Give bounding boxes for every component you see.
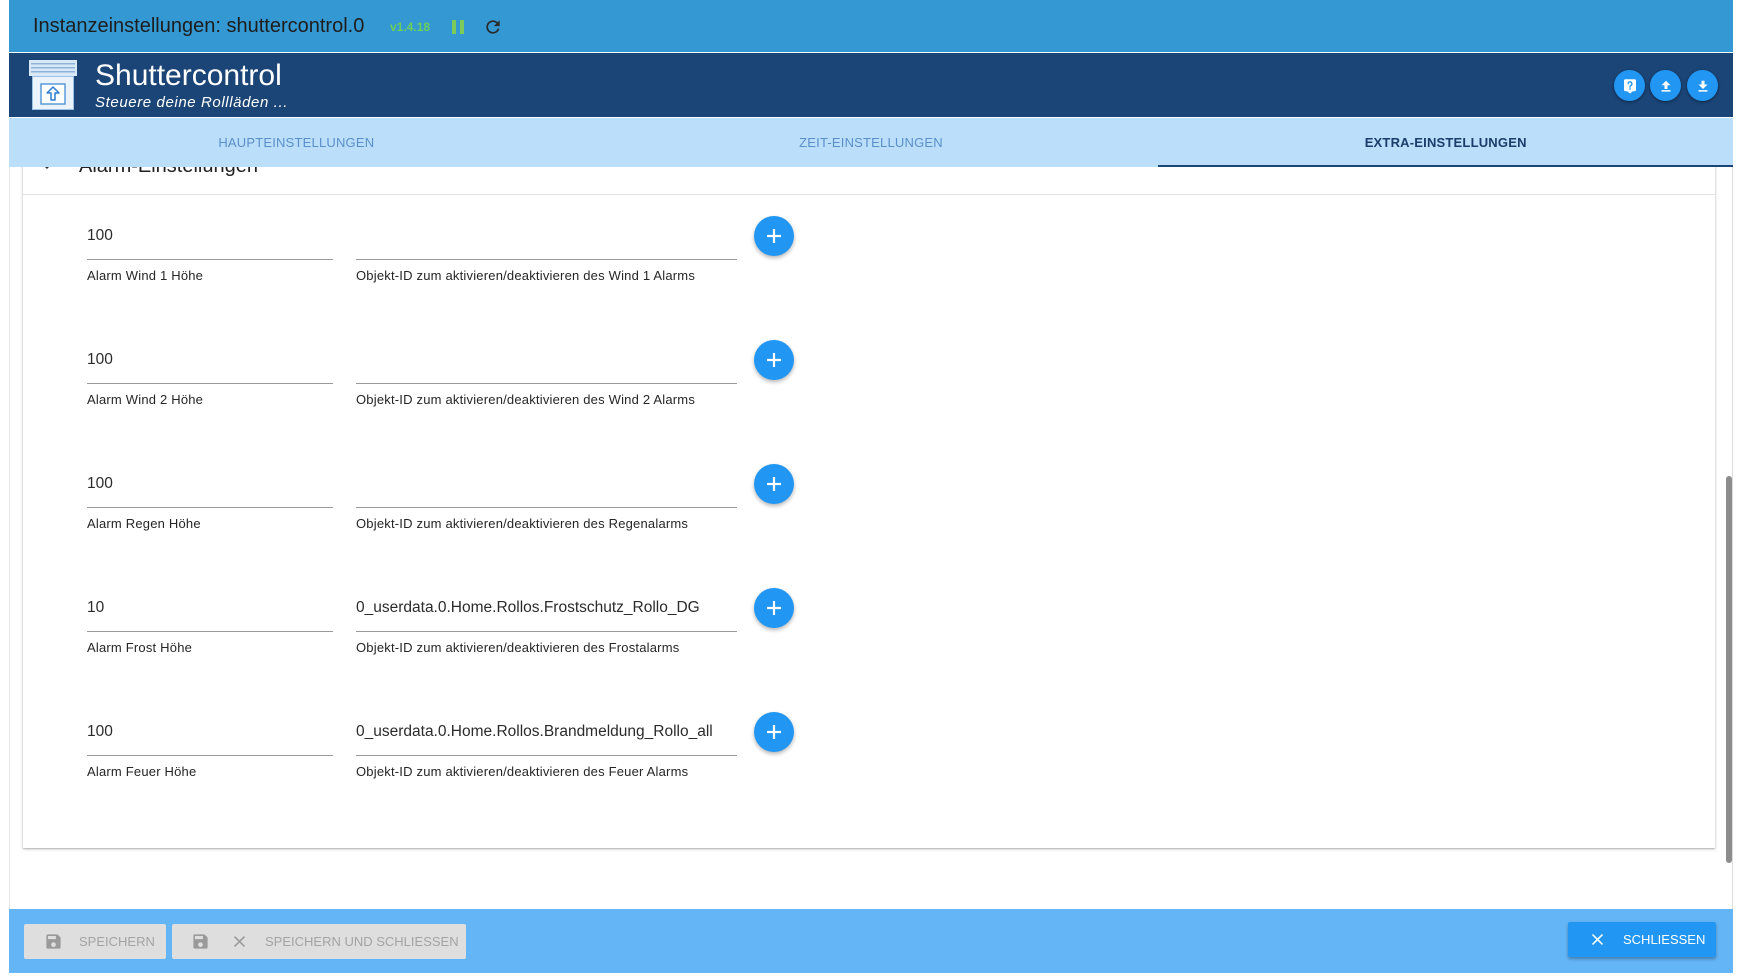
alarm-wind2-height-label: Alarm Wind 2 Höhe [87, 392, 204, 407]
object-id-field: Objekt-ID zum aktivieren/deaktivieren de… [356, 590, 737, 655]
alarm-wind2-select-id-button[interactable] [754, 340, 794, 380]
alarm-wind1-height-input[interactable] [87, 218, 333, 260]
alarm-fire-select-id-button[interactable] [754, 712, 794, 752]
alarm-settings-header[interactable]: Alarm-Einstellungen [23, 167, 1715, 195]
tab-label: ZEIT-EINSTELLUNGEN [799, 135, 943, 150]
object-id-field: Objekt-ID zum aktivieren/deaktivieren de… [356, 466, 737, 531]
save-button[interactable]: SPEICHERN [24, 924, 166, 959]
alarm-rain-height-label: Alarm Regen Höhe [87, 516, 201, 531]
object-id-field: Objekt-ID zum aktivieren/deaktivieren de… [356, 342, 737, 407]
scrollbar-thumb[interactable] [1726, 476, 1732, 863]
download-button[interactable] [1687, 70, 1718, 101]
adapter-header: Shuttercontrol Steuere deine Rollläden .… [9, 53, 1733, 117]
alarm-wind1-select-id-button[interactable] [754, 216, 794, 256]
alarm-rain-select-id-button[interactable] [754, 464, 794, 504]
version-badge: v1.4.18 [390, 20, 431, 34]
alarm-fire-object-id-input[interactable] [356, 714, 737, 756]
object-id-field: Objekt-ID zum aktivieren/deaktivieren de… [356, 218, 737, 283]
tab-extra-einstellungen[interactable]: EXTRA-EINSTELLUNGEN [1158, 118, 1733, 167]
title-bar: Instanzeinstellungen: shuttercontrol.0 v… [9, 0, 1733, 52]
alarm-frost-select-id-button[interactable] [754, 588, 794, 628]
close-button-label: SCHLIESSEN [1623, 932, 1706, 947]
alarm-wind1-object-id-input[interactable] [356, 218, 737, 260]
close-button[interactable]: SCHLIESSEN [1568, 922, 1716, 957]
reload-icon[interactable] [483, 17, 503, 37]
alarm-height-field: Alarm Feuer Höhe [87, 714, 333, 779]
alarm-row-fire: Alarm Feuer Höhe Objekt-ID zum aktiviere… [23, 708, 1715, 788]
alarm-wind2-object-id-input[interactable] [356, 342, 737, 384]
plus-icon [767, 353, 781, 367]
alarm-fire-height-label: Alarm Feuer Höhe [87, 764, 197, 779]
alarm-height-field: Alarm Frost Höhe [87, 590, 333, 655]
section-title: Alarm-Einstellungen [79, 167, 258, 177]
tab-zeit-einstellungen[interactable]: ZEIT-EINSTELLUNGEN [584, 118, 1159, 167]
plus-icon [767, 229, 781, 243]
help-button[interactable] [1614, 70, 1645, 101]
app-name: Shuttercontrol [95, 59, 282, 92]
window-title: Instanzeinstellungen: shuttercontrol.0 [33, 15, 365, 37]
alarm-height-field: Alarm Wind 1 Höhe [87, 218, 333, 283]
shuttercontrol-logo-icon [29, 60, 77, 110]
alarm-fire-height-input[interactable] [87, 714, 333, 756]
alarm-frost-object-id-label: Objekt-ID zum aktivieren/deaktivieren de… [356, 640, 680, 655]
alarm-wind1-height-label: Alarm Wind 1 Höhe [87, 268, 204, 283]
upload-icon [1661, 80, 1670, 92]
save-icon [193, 934, 208, 949]
plus-icon [767, 601, 781, 615]
dialog-footer: SPEICHERN SPEICHERN UND SCHLIESSEN SCHLI… [9, 909, 1733, 973]
help-icon [1623, 78, 1636, 93]
save-button-label: SPEICHERN [79, 934, 155, 949]
alarm-frost-height-input[interactable] [87, 590, 333, 632]
alarm-height-field: Alarm Wind 2 Höhe [87, 342, 333, 407]
save-and-close-button-label: SPEICHERN UND SCHLIESSEN [265, 934, 459, 949]
save-icon [46, 934, 61, 949]
close-icon [233, 935, 246, 948]
tab-haupteinstellungen[interactable]: HAUPTEINSTELLUNGEN [9, 118, 584, 167]
alarm-frost-height-label: Alarm Frost Höhe [87, 640, 193, 655]
alarm-row-rain: Alarm Regen Höhe Objekt-ID zum aktiviere… [23, 460, 1715, 540]
app-subtitle: Steuere deine Rollläden ... [95, 94, 288, 111]
tab-label: EXTRA-EINSTELLUNGEN [1364, 135, 1527, 150]
alarm-wind1-object-id-label: Objekt-ID zum aktivieren/deaktivieren de… [356, 268, 696, 283]
save-and-close-button[interactable]: SPEICHERN UND SCHLIESSEN [172, 924, 466, 959]
close-icon [1591, 933, 1604, 946]
plus-icon [767, 725, 781, 739]
alarm-rain-object-id-input[interactable] [356, 466, 737, 508]
alarm-height-field: Alarm Regen Höhe [87, 466, 333, 531]
alarm-frost-object-id-input[interactable] [356, 590, 737, 632]
alarm-row-wind1: Alarm Wind 1 Höhe Objekt-ID zum aktivier… [23, 212, 1715, 292]
chevron-down-icon[interactable] [38, 167, 56, 175]
plus-icon [767, 477, 781, 491]
alarm-settings-panel: Alarm-Einstellungen Alarm Wind 1 Höhe Ob… [23, 167, 1715, 848]
tab-label: HAUPTEINSTELLUNGEN [218, 135, 375, 150]
alarm-rain-height-input[interactable] [87, 466, 333, 508]
alarm-wind2-object-id-label: Objekt-ID zum aktivieren/deaktivieren de… [356, 392, 696, 407]
settings-content: Alarm-Einstellungen Alarm Wind 1 Höhe Ob… [9, 167, 1733, 909]
alarm-fire-object-id-label: Objekt-ID zum aktivieren/deaktivieren de… [356, 764, 689, 779]
alarm-row-wind2: Alarm Wind 2 Höhe Objekt-ID zum aktivier… [23, 336, 1715, 416]
object-id-field: Objekt-ID zum aktivieren/deaktivieren de… [356, 714, 737, 779]
alarm-rain-object-id-label: Objekt-ID zum aktivieren/deaktivieren de… [356, 516, 689, 531]
pause-icon[interactable] [451, 19, 465, 35]
alarm-wind2-height-input[interactable] [87, 342, 333, 384]
settings-tabs: HAUPTEINSTELLUNGEN ZEIT-EINSTELLUNGEN EX… [9, 118, 1733, 167]
alarm-row-frost: Alarm Frost Höhe Objekt-ID zum aktiviere… [23, 584, 1715, 664]
upload-button[interactable] [1650, 70, 1681, 101]
download-icon [1698, 80, 1707, 92]
